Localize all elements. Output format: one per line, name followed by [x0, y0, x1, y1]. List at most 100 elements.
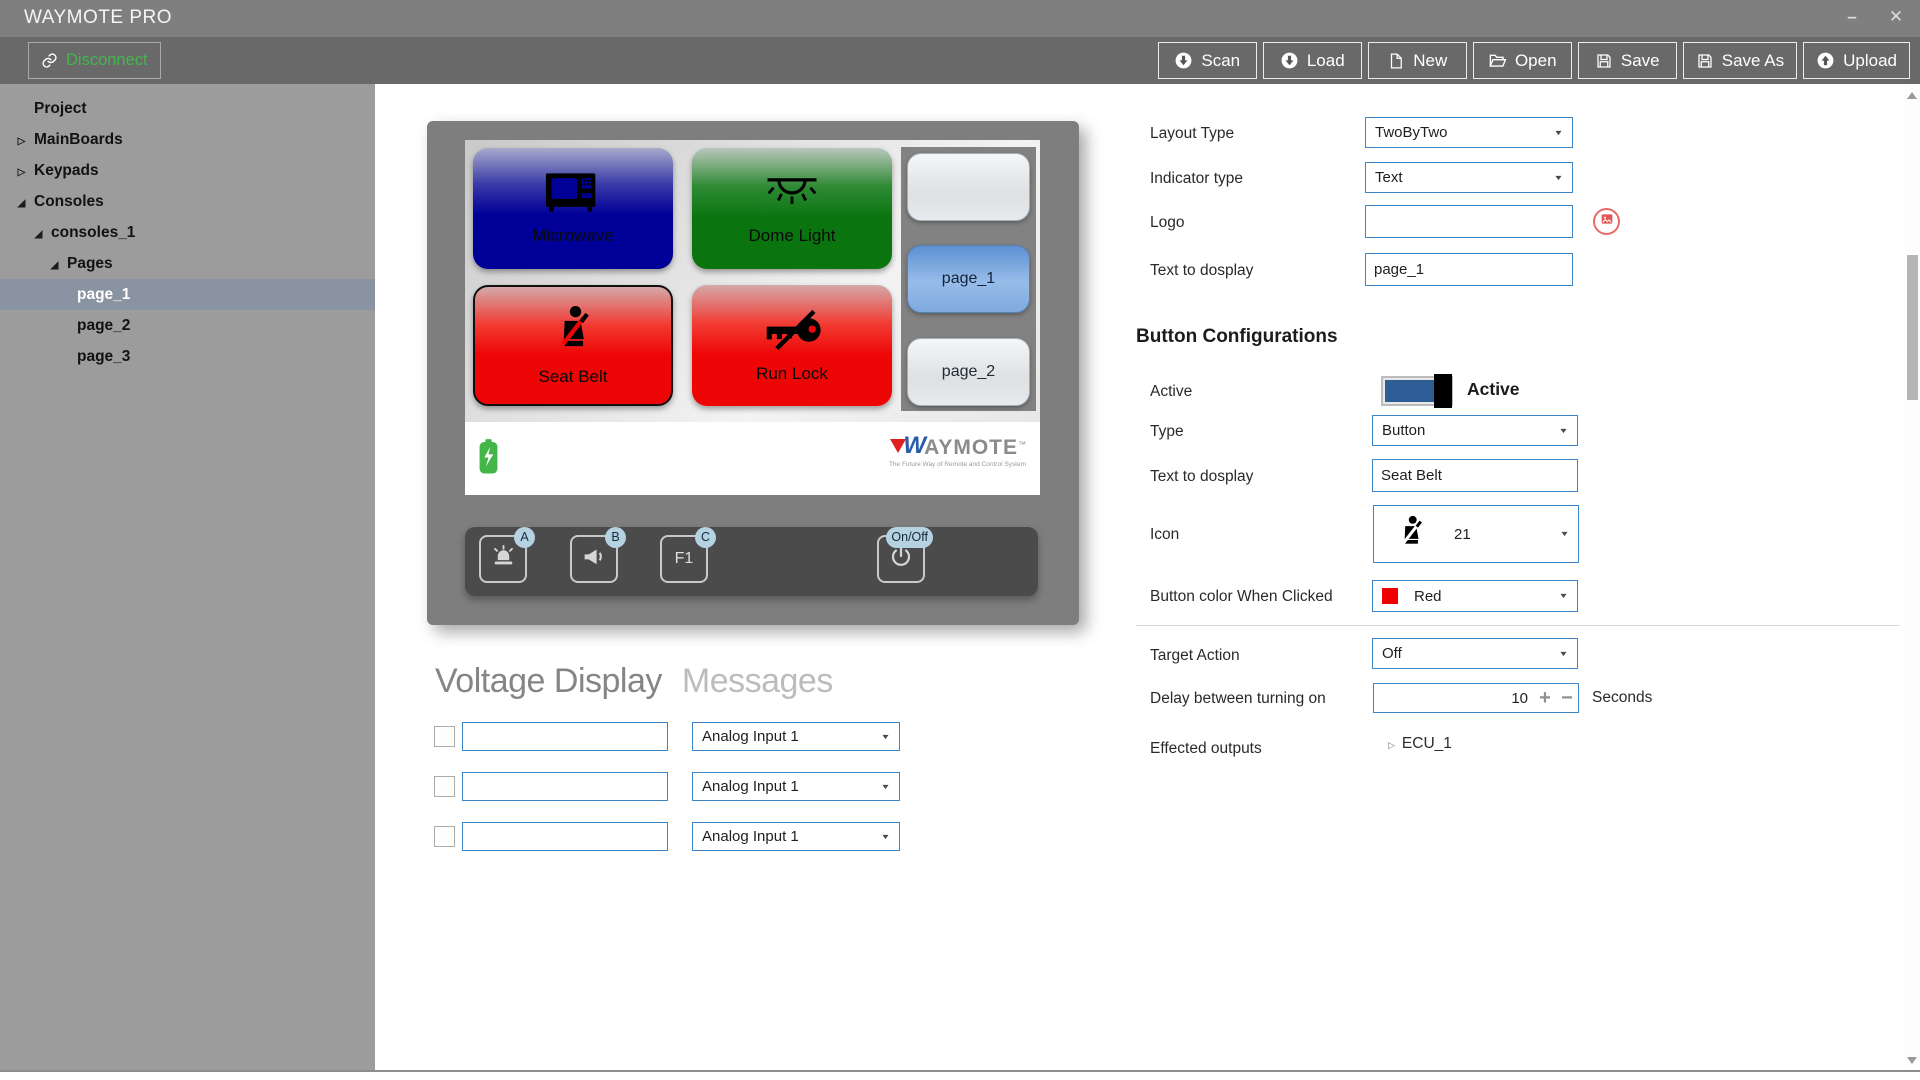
- load-button[interactable]: Load: [1263, 42, 1362, 79]
- button-text-label: Text to dosplay: [1150, 468, 1253, 486]
- disconnect-button[interactable]: Disconnect: [28, 42, 161, 79]
- console-button-dome-light[interactable]: Dome Light: [692, 148, 892, 269]
- upload-button[interactable]: Upload: [1803, 42, 1910, 79]
- tab-voltage-display[interactable]: Voltage Display: [435, 662, 662, 701]
- voltage-checkbox[interactable]: [434, 776, 455, 797]
- voltage-checkbox[interactable]: [434, 826, 455, 847]
- expander-expanded-icon[interactable]: [30, 224, 47, 242]
- effected-outputs-tree-item[interactable]: ECU_1: [1388, 735, 1452, 753]
- expander-expanded-icon[interactable]: [46, 255, 63, 273]
- microwave-icon: [544, 171, 602, 219]
- indicator-type-dropdown[interactable]: Text: [1365, 162, 1573, 193]
- expander-expanded-icon[interactable]: [13, 193, 30, 211]
- minimize-button[interactable]: [1832, 0, 1872, 34]
- console-button-microwave[interactable]: Microwave: [473, 148, 673, 269]
- logo-field-label: Logo: [1150, 214, 1184, 232]
- save-button[interactable]: Save: [1578, 42, 1677, 79]
- voltage-source-value: Analog Input 1: [702, 778, 799, 795]
- sidebar-item-keypads[interactable]: Keypads: [0, 155, 375, 186]
- layout-type-dropdown[interactable]: TwoByTwo: [1365, 117, 1573, 148]
- console-button-run-lock[interactable]: Run Lock: [692, 285, 892, 406]
- voltage-text-input[interactable]: [462, 722, 668, 751]
- waymote-pro-window: WAYMOTE PRO Disconnect Scan Load New: [0, 0, 1920, 1080]
- sidebar-item-consoles-1[interactable]: consoles_1: [0, 217, 375, 248]
- sidebar-item-pages[interactable]: Pages: [0, 248, 375, 279]
- new-button[interactable]: New: [1368, 42, 1467, 79]
- sidebar-item-page-2[interactable]: page_2: [0, 310, 375, 341]
- sidebar-item-page-1[interactable]: page_1: [0, 279, 375, 310]
- scrollbar-thumb[interactable]: [1907, 255, 1918, 400]
- console-button-seat-belt[interactable]: Seat Belt: [473, 285, 673, 406]
- hardware-button-beacon[interactable]: A: [479, 535, 527, 583]
- sidebar-item-consoles[interactable]: Consoles: [0, 186, 375, 217]
- button-color-dropdown[interactable]: Red: [1372, 580, 1578, 612]
- sidebar-item-page-3[interactable]: page_3: [0, 341, 375, 372]
- decrement-icon[interactable]: −: [1556, 684, 1578, 712]
- icon-dropdown[interactable]: 21: [1373, 505, 1579, 563]
- logo-brand: AYMOTE: [924, 437, 1018, 458]
- pick-logo-image-button[interactable]: [1593, 208, 1620, 235]
- tree-label: MainBoards: [34, 131, 123, 149]
- scan-button[interactable]: Scan: [1158, 42, 1257, 79]
- save-as-button[interactable]: Save As: [1683, 42, 1797, 79]
- page-tab-page-1[interactable]: page_1: [907, 245, 1030, 313]
- page-text-label: Text to dosplay: [1150, 262, 1253, 280]
- power-icon: [888, 544, 914, 575]
- scroll-down-icon[interactable]: [1907, 1057, 1917, 1064]
- page-tab-page-2[interactable]: page_2: [907, 338, 1030, 406]
- scroll-up-icon[interactable]: [1907, 92, 1917, 99]
- open-folder-icon: [1488, 51, 1507, 70]
- vertical-scrollbar[interactable]: [1905, 84, 1920, 1070]
- target-action-dropdown[interactable]: Off: [1372, 638, 1578, 669]
- toolbar: Disconnect Scan Load New Open Save: [0, 37, 1920, 84]
- expander-collapsed-icon[interactable]: [13, 131, 30, 149]
- tree-label: consoles_1: [51, 224, 135, 242]
- voltage-tabs: Voltage Display Messages: [435, 662, 833, 701]
- voltage-checkbox[interactable]: [434, 726, 455, 747]
- target-action-label: Target Action: [1150, 647, 1240, 665]
- sidebar-item-project[interactable]: Project: [0, 93, 375, 124]
- new-file-icon: [1387, 52, 1405, 70]
- project-tree-sidebar: Project MainBoards Keypads Consoles cons…: [0, 84, 375, 1070]
- page-text-input[interactable]: [1365, 253, 1573, 286]
- hardware-button-f1[interactable]: F1 C: [660, 535, 708, 583]
- active-toggle[interactable]: [1381, 376, 1453, 406]
- console-preview: Microwave Dome Light Seat Belt Run Lock: [427, 121, 1079, 625]
- voltage-source-dropdown[interactable]: Analog Input 1: [692, 822, 900, 851]
- toggle-knob[interactable]: [1434, 374, 1452, 408]
- hardware-button-horn[interactable]: B: [570, 535, 618, 583]
- expander-collapsed-icon[interactable]: [13, 162, 30, 180]
- close-button[interactable]: [1876, 0, 1916, 34]
- increment-icon[interactable]: +: [1534, 684, 1556, 712]
- image-icon: [1599, 211, 1615, 232]
- tree-label: page_3: [77, 348, 130, 366]
- voltage-source-dropdown[interactable]: Analog Input 1: [692, 722, 900, 751]
- logo-input[interactable]: [1365, 205, 1573, 238]
- titlebar: WAYMOTE PRO: [0, 0, 1920, 37]
- save-as-label: Save As: [1722, 51, 1784, 71]
- tab-messages[interactable]: Messages: [682, 662, 833, 701]
- type-dropdown[interactable]: Button: [1372, 415, 1578, 446]
- page-tab-label: page_2: [942, 363, 995, 381]
- logo-w: W: [903, 434, 924, 458]
- hardware-button-power[interactable]: On/Off: [877, 535, 925, 583]
- active-label: Active: [1150, 383, 1192, 401]
- console-button-label: Run Lock: [756, 364, 828, 384]
- run-lock-icon: [760, 308, 824, 357]
- voltage-text-input[interactable]: [462, 822, 668, 851]
- voltage-source-dropdown[interactable]: Analog Input 1: [692, 772, 900, 801]
- delay-input[interactable]: [1374, 690, 1534, 707]
- f1-key-label: F1: [675, 550, 694, 568]
- hardware-badge-a: A: [514, 527, 535, 548]
- horn-icon: [581, 544, 608, 574]
- open-button[interactable]: Open: [1473, 42, 1572, 79]
- page-tab-blank[interactable]: [907, 153, 1030, 221]
- icon-label: Icon: [1150, 526, 1179, 544]
- expander-collapsed-icon[interactable]: [1388, 735, 1395, 753]
- open-label: Open: [1515, 51, 1557, 71]
- voltage-source-value: Analog Input 1: [702, 828, 799, 845]
- voltage-text-input[interactable]: [462, 772, 668, 801]
- sidebar-item-mainboards[interactable]: MainBoards: [0, 124, 375, 155]
- logo-trademark: ™: [1018, 441, 1026, 449]
- button-text-input[interactable]: [1372, 459, 1578, 492]
